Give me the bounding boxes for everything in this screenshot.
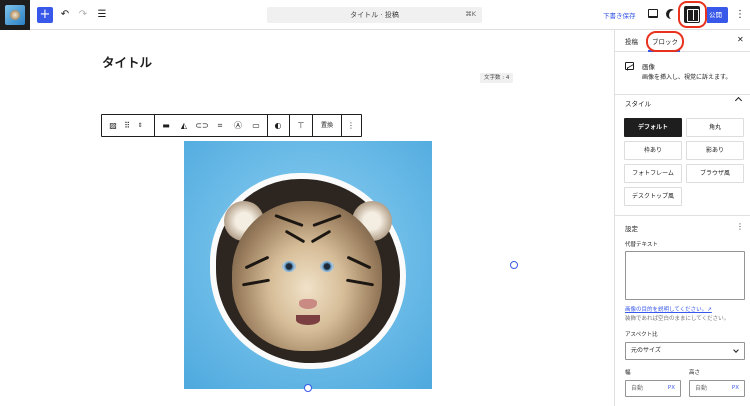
panel-divider — [615, 215, 750, 216]
add-block-button[interactable]: + — [37, 7, 53, 23]
image-block[interactable] — [184, 141, 432, 389]
view-mode-icon[interactable] — [666, 9, 676, 19]
annotation-circle-settings — [678, 1, 707, 28]
command-palette-label: タイトル · 投稿 — [350, 11, 399, 19]
ai-image-icon[interactable]: ◐ — [270, 115, 286, 136]
command-shortcut: ⌘K — [465, 10, 476, 18]
alt-text-help: 装飾であれば空白のままにしてください。 — [625, 316, 730, 322]
style-rounded-button[interactable]: 角丸 — [686, 118, 744, 137]
block-options-icon[interactable]: ⋮ — [344, 115, 358, 136]
settings-more-icon[interactable]: ⋮ — [736, 222, 744, 231]
replace-button[interactable]: 置換 — [314, 115, 340, 136]
settings-sidebar: 投稿 ブロック ✕ 画像 画像を挿入し、視覚に訴えます。 スタイル デフォルト … — [614, 30, 750, 406]
width-label: 幅 — [625, 370, 631, 376]
chevron-up-icon[interactable] — [734, 96, 743, 105]
toolbar-divider — [312, 115, 313, 136]
site-logo-icon — [5, 5, 25, 25]
link-icon[interactable]: ⊂⊃ — [195, 115, 209, 136]
text-overlay-icon[interactable]: Ⓐ — [231, 115, 245, 136]
alt-text-help-link[interactable]: 画像の目的を説明してください。↗ — [625, 305, 712, 313]
width-input[interactable]: 自動 PX — [625, 380, 681, 397]
style-browser-button[interactable]: ブラウザ風 — [686, 164, 744, 183]
aspect-ratio-select[interactable]: 元のサイズ — [625, 342, 745, 360]
tiger-nose — [299, 299, 317, 309]
chevron-down-icon — [733, 347, 739, 353]
resize-icon[interactable]: ⊤ — [292, 115, 310, 136]
char-count-badge: 文字数 : 4 — [480, 73, 514, 83]
annotation-circle-block-tab — [646, 31, 684, 52]
drag-handle-icon[interactable]: ⠿ — [122, 115, 132, 136]
height-unit[interactable]: PX — [732, 381, 739, 396]
tab-post[interactable]: 投稿 — [625, 36, 638, 46]
width-placeholder: 自動 — [631, 385, 644, 392]
height-label: 高さ — [689, 370, 701, 376]
toolbar-divider — [341, 115, 342, 136]
caption-icon[interactable]: ▭ — [249, 115, 263, 136]
toolbar-divider — [267, 115, 268, 136]
list-view-icon[interactable]: ☰ — [95, 8, 109, 22]
tiger-eye-right — [320, 261, 334, 272]
settings-panel-heading: 設定 — [625, 225, 638, 233]
height-input[interactable]: 自動 PX — [689, 380, 745, 397]
more-options-icon[interactable]: ⋮ — [735, 8, 745, 22]
alt-text-input[interactable] — [625, 251, 745, 300]
sidebar-tabs: 投稿 ブロック ✕ — [615, 30, 750, 52]
device-preview-icon[interactable] — [648, 9, 658, 18]
tiger-face — [232, 201, 382, 351]
save-draft-button[interactable]: 下書き保存 — [603, 10, 636, 20]
toolbar-divider — [289, 115, 290, 136]
crop-icon[interactable]: ⌗ — [213, 115, 227, 136]
width-unit[interactable]: PX — [668, 381, 675, 396]
block-card: 画像 画像を挿入し、視覚に訴えます。 — [615, 53, 750, 95]
styles-panel-heading[interactable]: スタイル — [625, 98, 651, 108]
move-up-down-icon[interactable]: ⇕ — [134, 115, 146, 136]
image-block-icon[interactable]: ▨ — [106, 115, 120, 136]
block-toolbar: ▨ ⠿ ⇕ ▬ ◭ ⊂⊃ ⌗ Ⓐ ▭ ◐ ⊤ 置換 ⋮ — [101, 114, 362, 137]
redo-icon[interactable]: ↷ — [76, 8, 90, 22]
style-desktop-button[interactable]: デスクトップ風 — [624, 187, 682, 206]
style-default-button[interactable]: デフォルト — [624, 118, 682, 137]
resize-handle-right[interactable] — [510, 261, 518, 269]
alt-text-label: 代替テキスト — [625, 242, 658, 248]
height-placeholder: 自動 — [695, 385, 708, 392]
duotone-icon[interactable]: ◭ — [177, 115, 191, 136]
editor-top-bar: + ↶ ↷ ☰ タイトル · 投稿 ⌘K 下書き保存 公開 ⋮ — [0, 0, 750, 30]
aspect-ratio-label: アスペクト比 — [625, 332, 658, 338]
block-card-title: 画像 — [642, 63, 655, 71]
publish-button[interactable]: 公開 — [707, 7, 728, 23]
style-bordered-button[interactable]: 枠あり — [624, 141, 682, 160]
undo-icon[interactable]: ↶ — [58, 8, 72, 22]
toolbar-divider — [154, 115, 155, 136]
tiger-mouth — [296, 315, 320, 325]
aspect-ratio-value: 元のサイズ — [631, 347, 661, 354]
close-icon[interactable]: ✕ — [737, 35, 744, 44]
tiger-eye-left — [282, 261, 296, 272]
site-icon-button[interactable] — [0, 0, 30, 30]
image-icon — [625, 62, 634, 70]
align-icon[interactable]: ▬ — [159, 115, 173, 136]
post-title[interactable]: タイトル — [102, 52, 152, 71]
resize-handle-bottom[interactable] — [304, 384, 312, 392]
block-card-description: 画像を挿入し、視覚に訴えます。 — [642, 74, 732, 81]
style-photo-frame-button[interactable]: フォトフレーム — [624, 164, 682, 183]
command-palette-button[interactable]: タイトル · 投稿 ⌘K — [267, 7, 482, 23]
style-shadow-button[interactable]: 影あり — [686, 141, 744, 160]
